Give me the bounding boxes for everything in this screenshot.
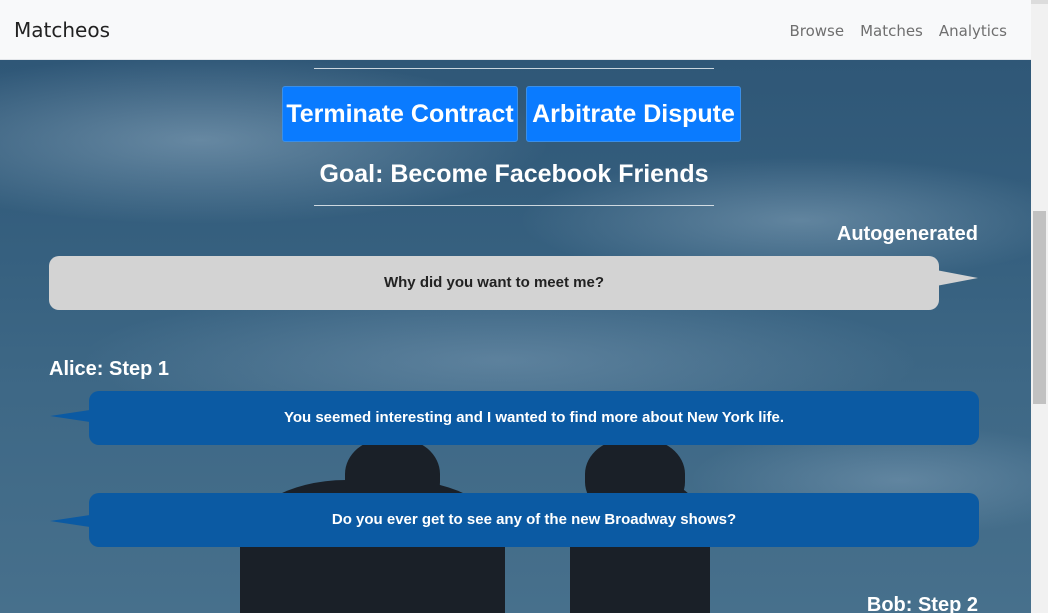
nav-analytics[interactable]: Analytics xyxy=(939,22,1007,40)
scrollbar-thumb[interactable] xyxy=(1033,211,1046,404)
nav-browse[interactable]: Browse xyxy=(789,22,844,40)
speaker-bob: Bob: Step 2 xyxy=(866,594,978,613)
goal-divider xyxy=(314,205,714,206)
nav-matches[interactable]: Matches xyxy=(860,22,923,40)
bubble-tail-left xyxy=(50,410,90,422)
goal-heading: Goal: Become Facebook Friends xyxy=(319,160,709,188)
top-divider xyxy=(314,68,714,69)
arbitrate-dispute-button[interactable]: Arbitrate Dispute xyxy=(526,86,741,142)
message-text: Why did you want to meet me? xyxy=(383,274,604,291)
bubble-tail-right xyxy=(936,270,978,286)
speaker-autogenerated: Autogenerated xyxy=(836,223,978,245)
brand-logo[interactable]: Matcheos xyxy=(14,18,110,42)
message-bubble-question-broadway: Do you ever get to see any of the new Br… xyxy=(89,493,979,547)
nav-links: Browse Matches Analytics xyxy=(789,22,1007,40)
speaker-alice: Alice: Step 1 xyxy=(49,358,170,380)
message-text: Do you ever get to see any of the new Br… xyxy=(331,511,737,528)
navbar: Matcheos Browse Matches Analytics xyxy=(0,0,1031,60)
message-text: You seemed interesting and I wanted to f… xyxy=(283,409,785,426)
terminate-contract-button[interactable]: Terminate Contract xyxy=(282,86,518,142)
bubble-tail-left xyxy=(50,515,90,527)
message-bubble-question: Why did you want to meet me? xyxy=(49,256,939,310)
message-bubble-answer: You seemed interesting and I wanted to f… xyxy=(89,391,979,445)
